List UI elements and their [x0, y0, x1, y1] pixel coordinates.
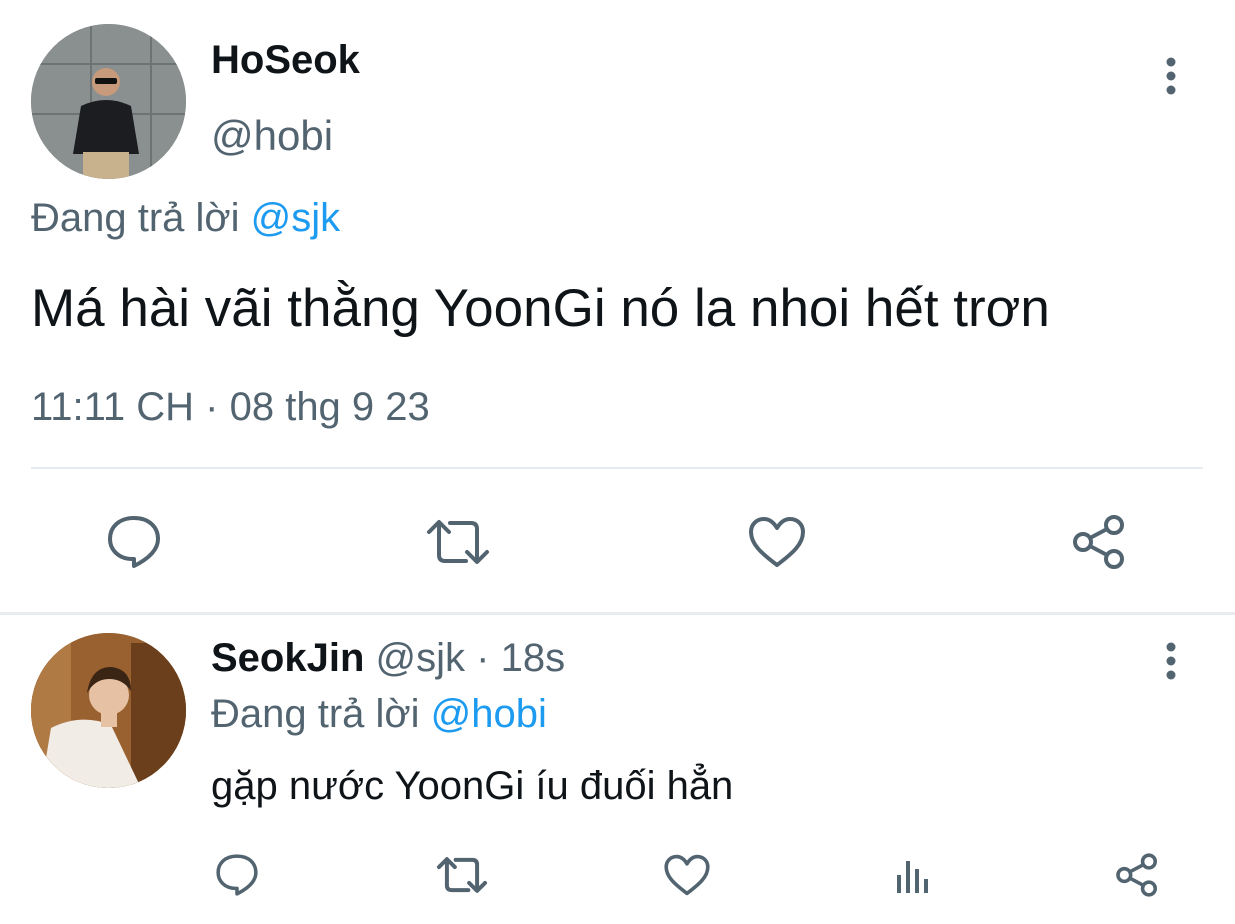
comment-button[interactable]: [102, 510, 166, 574]
reply-prefix: Đang trả lời: [31, 196, 240, 240]
share-icon: [1073, 515, 1124, 569]
tweet-text: gặp nước YoonGi íu đuối hẳn: [211, 764, 734, 808]
handle[interactable]: @sjk: [376, 636, 466, 680]
time-ago[interactable]: 18s: [501, 636, 566, 680]
more-vertical-icon: [1166, 642, 1176, 680]
retweet-icon: [427, 520, 489, 564]
more-options-button[interactable]: [1150, 637, 1192, 685]
heart-icon: [664, 854, 710, 896]
more-options-button[interactable]: [1150, 52, 1192, 100]
reply-context: Đang trả lời @sjk: [31, 196, 340, 241]
section-divider: [0, 612, 1235, 615]
avatar-seokjin[interactable]: [31, 633, 186, 788]
display-name[interactable]: SeokJin: [211, 636, 364, 680]
handle[interactable]: @hobi: [211, 112, 333, 160]
reply-to-link[interactable]: @sjk: [251, 196, 341, 240]
share-button[interactable]: [1066, 510, 1132, 574]
tweet-text: Má hài vãi thằng YoonGi nó la nhoi hết t…: [31, 279, 1050, 338]
divider: [31, 467, 1203, 469]
avatar-hoseok[interactable]: [31, 24, 186, 179]
timestamp[interactable]: 11:11 CH · 08 thg 9 23: [31, 385, 430, 430]
analytics-button[interactable]: [886, 850, 936, 900]
retweet-button[interactable]: [422, 510, 494, 574]
comment-icon: [108, 516, 160, 568]
retweet-button[interactable]: [432, 850, 492, 900]
reply-to-link[interactable]: @hobi: [431, 692, 547, 736]
reply-context: Đang trả lời @hobi: [211, 692, 547, 737]
heart-icon: [749, 517, 805, 567]
reply-prefix: Đang trả lời: [211, 692, 420, 736]
separator: ·: [476, 636, 490, 680]
share-icon: [1116, 853, 1158, 897]
reply-header: SeokJin @sjk · 18s: [211, 636, 565, 681]
analytics-icon: [897, 861, 928, 893]
share-button[interactable]: [1110, 850, 1164, 900]
like-button[interactable]: [660, 850, 714, 900]
more-vertical-icon: [1166, 57, 1176, 95]
display-name[interactable]: HoSeok: [211, 38, 360, 83]
retweet-icon: [436, 857, 488, 893]
like-button[interactable]: [744, 510, 810, 574]
comment-button[interactable]: [210, 850, 264, 900]
comment-icon: [216, 854, 258, 896]
